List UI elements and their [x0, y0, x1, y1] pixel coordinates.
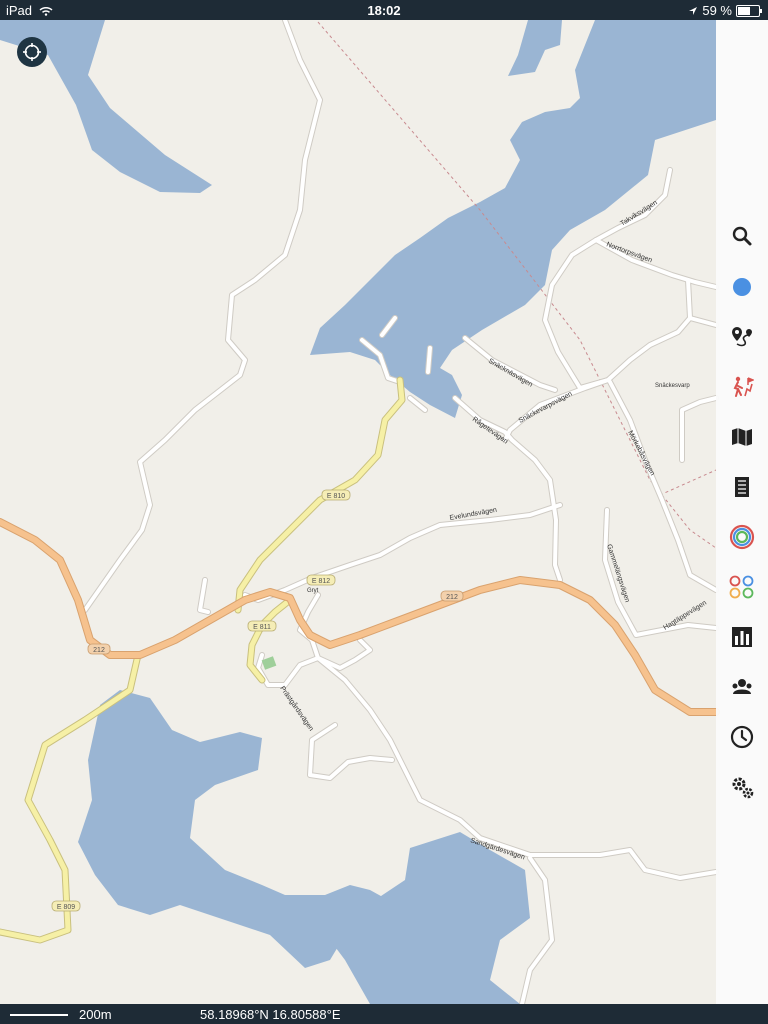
shield-212-east: 212 [440, 590, 464, 602]
notes-button[interactable] [726, 471, 758, 503]
locate-me-button[interactable] [17, 37, 47, 67]
overlays-button[interactable] [726, 571, 758, 603]
label-gryt: Gryt [307, 588, 319, 594]
settings-button[interactable] [726, 771, 758, 803]
gears-icon [732, 777, 754, 799]
svg-text:E 810: E 810 [327, 493, 345, 500]
svg-text:212: 212 [93, 647, 105, 654]
shield-e809: E 809 [51, 900, 81, 912]
search-icon [732, 226, 752, 246]
hiking-button[interactable] [726, 371, 758, 403]
route-button[interactable] [726, 321, 758, 353]
scale-bar [10, 1014, 68, 1016]
bar-chart-icon [732, 627, 752, 647]
bottom-bar: 200m 58.18968°N 16.80588°E [0, 1004, 768, 1024]
clock-icon [730, 725, 754, 749]
shield-e811: E 811 [247, 620, 277, 632]
shield-212-west: 212 [87, 643, 111, 655]
status-right: 59 % [688, 3, 762, 18]
circles-icon [729, 575, 754, 599]
svg-text:212: 212 [446, 594, 458, 601]
svg-text:E 811: E 811 [253, 624, 271, 631]
map-canvas[interactable]: Takviksvägen Norrtorpsvägen Snäcknäsväge… [0, 17, 768, 1007]
status-bar: iPad 18:02 59 % [0, 0, 768, 20]
battery-text: 59 % [702, 3, 732, 18]
shield-e812: E 812 [306, 574, 336, 586]
map-view[interactable]: Takviksvägen Norrtorpsvägen Snäcknäsväge… [0, 17, 768, 1007]
battery-icon [736, 4, 762, 17]
route-icon [732, 327, 752, 347]
battery-fill [738, 6, 750, 15]
hiking-icon [733, 376, 754, 397]
search-button[interactable] [726, 220, 758, 252]
history-button[interactable] [726, 721, 758, 753]
clock: 18:02 [367, 3, 401, 18]
svg-text:E 809: E 809 [57, 904, 75, 911]
list-icon [735, 477, 749, 497]
label-snackesvarp: Snäckesvarp [655, 383, 690, 389]
scale-label: 200m [79, 1007, 112, 1022]
rings-icon [729, 524, 755, 550]
map-icon [732, 428, 752, 446]
location-arrow-icon [689, 6, 698, 15]
crosshair-icon [23, 43, 41, 61]
tracks-button[interactable] [726, 521, 758, 553]
shield-e810: E 810 [321, 489, 351, 501]
friends-button[interactable] [726, 671, 758, 703]
location-dot-icon [733, 278, 751, 296]
map-sidebar [716, 20, 768, 1004]
location-button[interactable] [726, 271, 758, 303]
map-layers-button[interactable] [726, 421, 758, 453]
coordinates-readout: 58.18968°N 16.80588°E [200, 1007, 341, 1022]
statistics-button[interactable] [726, 621, 758, 653]
people-icon [732, 679, 752, 694]
svg-text:E 812: E 812 [312, 578, 330, 585]
